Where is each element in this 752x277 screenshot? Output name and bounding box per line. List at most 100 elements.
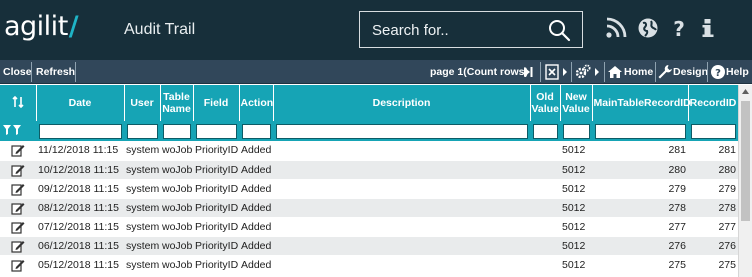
- cell-date: 08/12/2018 11:15: [36, 198, 124, 218]
- filter-toggle-cell[interactable]: [0, 121, 37, 141]
- globe-icon[interactable]: [637, 17, 659, 39]
- edit-icon[interactable]: [11, 258, 25, 272]
- info-icon[interactable]: [697, 17, 719, 39]
- table-row[interactable]: 10/12/2018 11:15 system woJob PriorityID Add…: [0, 160, 738, 180]
- column-header-action[interactable]: Action: [239, 85, 274, 121]
- edit-icon[interactable]: [11, 182, 25, 196]
- column-header-new-value[interactable]: New Value: [560, 85, 593, 121]
- column-header-main-table-record-id[interactable]: MainTableRecordID: [592, 85, 691, 121]
- table-row[interactable]: 08/12/2018 11:15 system woJob PriorityID Add…: [0, 198, 738, 218]
- table-row[interactable]: 06/12/2018 11:15 system woJob PriorityID Add…: [0, 236, 738, 256]
- search-input[interactable]: [372, 21, 532, 39]
- filter-input-description[interactable]: [275, 123, 528, 139]
- table-row[interactable]: 11/12/2018 11:15 system woJob PriorityID Add…: [0, 141, 738, 161]
- vertical-scrollbar[interactable]: [738, 85, 752, 277]
- cell-table-name: woJob: [160, 179, 193, 199]
- column-header-field[interactable]: Field: [193, 85, 240, 121]
- column-header-old-value[interactable]: Old Value: [530, 85, 561, 121]
- column-header-user[interactable]: User: [124, 85, 161, 121]
- filter-input-record-id[interactable]: [690, 123, 736, 139]
- cell-record-id: 278: [688, 198, 738, 218]
- refresh-button[interactable]: Refresh: [33, 62, 78, 82]
- rss-icon[interactable]: [605, 17, 627, 39]
- cell-old-value: [530, 179, 560, 199]
- toolbar-divider: [571, 62, 572, 82]
- cell-main-table-record-id: 277: [592, 217, 688, 237]
- cell-description: [273, 179, 530, 199]
- cell-action: Added: [239, 236, 273, 256]
- scrollbar-thumb[interactable]: [741, 101, 750, 221]
- edit-cell[interactable]: [0, 160, 36, 180]
- table-row[interactable]: 07/12/2018 11:15 system woJob PriorityID Add…: [0, 217, 738, 237]
- svg-text:?: ?: [673, 17, 685, 39]
- home-button[interactable]: Home: [621, 62, 656, 82]
- cell-field: PriorityID: [193, 179, 239, 199]
- filter-input-action[interactable]: [241, 123, 271, 139]
- cell-user: system: [124, 217, 160, 237]
- close-button[interactable]: Close: [0, 62, 35, 82]
- column-header-record-id[interactable]: RecordID: [688, 85, 739, 121]
- cell-main-table-record-id: 280: [592, 160, 688, 180]
- edit-cell[interactable]: [0, 255, 36, 275]
- edit-icon[interactable]: [11, 163, 25, 177]
- help-icon[interactable]: ?: [668, 17, 690, 39]
- cell-table-name: woJob: [160, 198, 193, 218]
- table-row[interactable]: 09/12/2018 11:15 system woJob PriorityID Add…: [0, 179, 738, 199]
- cell-main-table-record-id: 281: [592, 141, 688, 161]
- excel-export-icon[interactable]: [544, 64, 560, 80]
- column-header-date[interactable]: Date: [36, 85, 125, 121]
- cell-main-table-record-id: 278: [592, 198, 688, 218]
- cell-main-table-record-id: 279: [592, 179, 688, 199]
- table-row[interactable]: 05/12/2018 11:15 system woJob PriorityID Add…: [0, 255, 738, 275]
- edit-icon[interactable]: [11, 239, 25, 253]
- cell-old-value: [530, 198, 560, 218]
- edit-cell[interactable]: [0, 179, 36, 199]
- cell-action: Added: [239, 255, 273, 275]
- filter-input-main-table-record-id[interactable]: [594, 123, 686, 139]
- filter-input-new-value[interactable]: [562, 123, 590, 139]
- cell-description: [273, 198, 530, 218]
- filter-input-table-name[interactable]: [162, 123, 191, 139]
- scroll-up-arrow-icon[interactable]: [739, 85, 752, 99]
- design-button[interactable]: Design: [670, 62, 711, 82]
- agility-logo[interactable]: agilit/: [4, 11, 79, 42]
- edit-cell[interactable]: [0, 141, 36, 161]
- top-header: agilit/ Audit Trail ?: [0, 0, 752, 60]
- sort-header-cell[interactable]: [0, 85, 37, 121]
- edit-icon[interactable]: [11, 220, 25, 234]
- cell-description: [273, 255, 530, 275]
- cell-old-value: [530, 236, 560, 256]
- cell-record-id: 279: [688, 179, 738, 199]
- search-icon[interactable]: [547, 18, 571, 42]
- cell-field: PriorityID: [193, 217, 239, 237]
- edit-icon[interactable]: [11, 143, 25, 157]
- edit-cell[interactable]: [0, 198, 36, 218]
- toolbar-divider: [31, 62, 32, 82]
- cell-description: [273, 160, 530, 180]
- column-header-table-name[interactable]: Table Name: [160, 85, 194, 121]
- search-box[interactable]: [359, 11, 583, 48]
- column-header-description[interactable]: Description: [273, 85, 531, 121]
- filter-icon[interactable]: [2, 124, 24, 136]
- cell-table-name: woJob: [160, 255, 193, 275]
- cell-action: Added: [239, 179, 273, 199]
- edit-cell[interactable]: [0, 236, 36, 256]
- sort-icon[interactable]: [11, 95, 25, 109]
- filter-input-old-value[interactable]: [532, 123, 558, 139]
- cell-table-name: woJob: [160, 217, 193, 237]
- filter-input-date[interactable]: [38, 123, 122, 139]
- filter-input-field[interactable]: [195, 123, 237, 139]
- filter-input-user[interactable]: [126, 123, 158, 139]
- cell-user: system: [124, 179, 160, 199]
- edit-cell[interactable]: [0, 217, 36, 237]
- settings-gears-icon[interactable]: [575, 64, 591, 80]
- cell-old-value: [530, 255, 560, 275]
- filter-row: [0, 121, 739, 141]
- help-button[interactable]: Help: [723, 62, 752, 82]
- cell-table-name: woJob: [160, 160, 193, 180]
- cell-description: [273, 236, 530, 256]
- last-page-icon[interactable]: [523, 66, 533, 78]
- chevron-right-icon[interactable]: [562, 68, 568, 76]
- edit-icon[interactable]: [11, 201, 25, 215]
- chevron-right-icon[interactable]: [594, 68, 600, 76]
